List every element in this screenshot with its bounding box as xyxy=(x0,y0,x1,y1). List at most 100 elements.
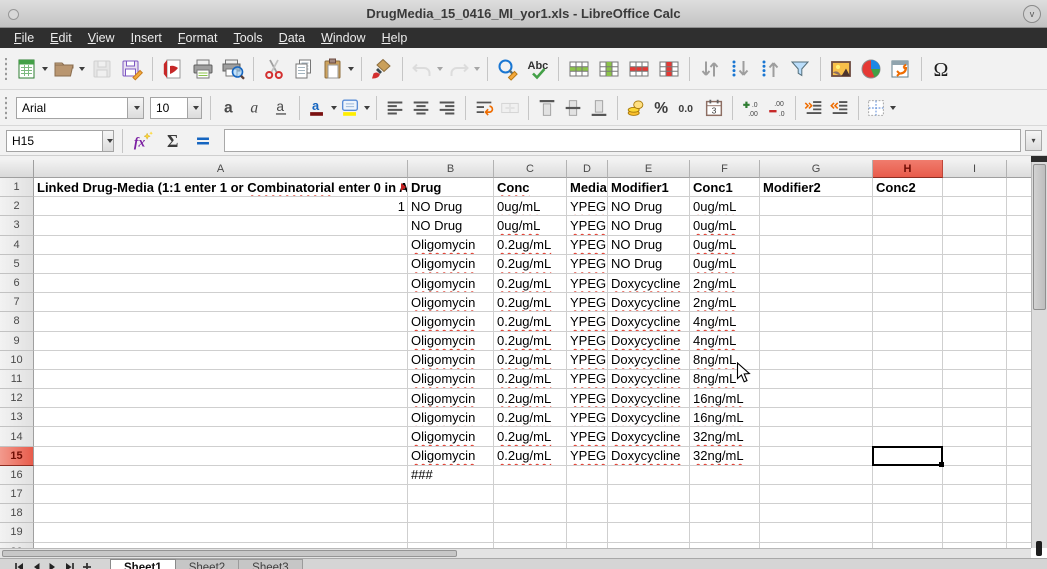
cell-D6[interactable]: YPEG xyxy=(567,274,608,293)
menu-window[interactable]: Window xyxy=(313,29,373,47)
cell-G10[interactable] xyxy=(760,351,873,370)
cell-A6[interactable] xyxy=(34,274,408,293)
vertical-scrollbar[interactable] xyxy=(1031,162,1047,548)
underline-button[interactable]: a xyxy=(269,93,293,123)
cell-A15[interactable] xyxy=(34,447,408,466)
cell-F12[interactable]: 16ng/mL xyxy=(690,389,760,408)
cell-F17[interactable] xyxy=(690,485,760,504)
cell-J5[interactable] xyxy=(1007,255,1031,274)
window-shade-icon[interactable]: v xyxy=(1023,5,1041,23)
print-button[interactable] xyxy=(190,54,216,84)
cell-G19[interactable] xyxy=(760,523,873,542)
add-decimal-button[interactable]: .0.00 xyxy=(739,93,763,123)
insert-column-button[interactable] xyxy=(596,54,622,84)
cell-J9[interactable] xyxy=(1007,332,1031,351)
cell-J6[interactable] xyxy=(1007,274,1031,293)
cell-H6[interactable] xyxy=(873,274,943,293)
cell-D1[interactable]: Media xyxy=(567,178,608,197)
cell-I6[interactable] xyxy=(943,274,1007,293)
row-header-13[interactable]: 13 xyxy=(0,408,34,427)
cell-D8[interactable]: YPEG xyxy=(567,312,608,331)
cell-I4[interactable] xyxy=(943,236,1007,255)
new-document-button[interactable] xyxy=(15,54,48,84)
cell-I2[interactable] xyxy=(943,197,1007,216)
highlight-color-button[interactable] xyxy=(339,93,370,123)
date-format-button[interactable]: 3 xyxy=(702,93,726,123)
font-size-input[interactable] xyxy=(151,101,187,115)
cell-E4[interactable]: NO Drug xyxy=(608,236,690,255)
cell-G15[interactable] xyxy=(760,447,873,466)
find-replace-button[interactable] xyxy=(495,54,521,84)
scrollbar-corner-handle[interactable] xyxy=(1036,541,1042,556)
cell-B18[interactable] xyxy=(408,504,494,523)
align-bottom-button[interactable] xyxy=(587,93,611,123)
cell-A19[interactable] xyxy=(34,523,408,542)
cell-B6[interactable]: Oligomycin xyxy=(408,274,494,293)
sort-button[interactable] xyxy=(697,54,723,84)
number-format-button[interactable]: 0.0 xyxy=(676,93,700,123)
open-button[interactable] xyxy=(52,54,85,84)
cell-I17[interactable] xyxy=(943,485,1007,504)
decrease-indent-button[interactable] xyxy=(828,93,852,123)
cell-F9[interactable]: 4ng/mL xyxy=(690,332,760,351)
percent-button[interactable]: % xyxy=(650,93,674,123)
cell-C10[interactable]: 0.2ug/mL xyxy=(494,351,567,370)
copy-button[interactable] xyxy=(291,54,317,84)
cell-B7[interactable]: Oligomycin xyxy=(408,293,494,312)
cell-I5[interactable] xyxy=(943,255,1007,274)
name-box-dropdown-icon[interactable] xyxy=(102,131,113,151)
font-size-dropdown-icon[interactable] xyxy=(187,98,201,118)
cell-J2[interactable] xyxy=(1007,197,1031,216)
cell-F1[interactable]: Conc1 xyxy=(690,178,760,197)
sum-button[interactable]: Σ xyxy=(160,126,186,156)
cell-F11[interactable]: 8ng/mL xyxy=(690,370,760,389)
formula-button[interactable] xyxy=(190,126,216,156)
first-sheet-button[interactable] xyxy=(14,562,24,569)
column-header-E[interactable]: E xyxy=(608,160,690,178)
cell-C4[interactable]: 0.2ug/mL xyxy=(494,236,567,255)
cell-D18[interactable] xyxy=(567,504,608,523)
cell-J15[interactable] xyxy=(1007,447,1031,466)
menu-view[interactable]: View xyxy=(80,29,123,47)
paste-dropdown-icon[interactable] xyxy=(348,67,354,71)
sort-descending-button[interactable] xyxy=(757,54,783,84)
row-header-18[interactable]: 18 xyxy=(0,504,34,523)
cell-J11[interactable] xyxy=(1007,370,1031,389)
cell-G14[interactable] xyxy=(760,427,873,446)
row-header-5[interactable]: 5 xyxy=(0,255,34,274)
cell-D14[interactable]: YPEG xyxy=(567,427,608,446)
column-header-I[interactable]: I xyxy=(943,160,1007,178)
insert-row-button[interactable] xyxy=(566,54,592,84)
cell-E19[interactable] xyxy=(608,523,690,542)
cell-D4[interactable]: YPEG xyxy=(567,236,608,255)
cell-A9[interactable] xyxy=(34,332,408,351)
cell-D3[interactable]: YPEG xyxy=(567,216,608,235)
cell-D9[interactable]: YPEG xyxy=(567,332,608,351)
cell-J7[interactable] xyxy=(1007,293,1031,312)
vertical-scrollbar-thumb[interactable] xyxy=(1033,164,1046,310)
cell-D12[interactable]: YPEG xyxy=(567,389,608,408)
align-left-button[interactable] xyxy=(383,93,407,123)
name-box-input[interactable] xyxy=(7,134,102,148)
cell-D10[interactable]: YPEG xyxy=(567,351,608,370)
cell-G16[interactable] xyxy=(760,466,873,485)
name-box[interactable] xyxy=(6,130,114,152)
menu-edit[interactable]: Edit xyxy=(42,29,80,47)
column-header-A[interactable]: A xyxy=(34,160,408,178)
cell-B13[interactable]: Oligomycin xyxy=(408,408,494,427)
cell-E6[interactable]: Doxycycline xyxy=(608,274,690,293)
cell-I3[interactable] xyxy=(943,216,1007,235)
cell-C7[interactable]: 0.2ug/mL xyxy=(494,293,567,312)
cell-F3[interactable]: 0ug/mL xyxy=(690,216,760,235)
cell-J8[interactable] xyxy=(1007,312,1031,331)
font-size-box[interactable] xyxy=(150,97,202,119)
cell-J1[interactable] xyxy=(1007,178,1031,197)
cell-H9[interactable] xyxy=(873,332,943,351)
cell-A7[interactable] xyxy=(34,293,408,312)
cell-C11[interactable]: 0.2ug/mL xyxy=(494,370,567,389)
cell-F19[interactable] xyxy=(690,523,760,542)
center-vertically-button[interactable] xyxy=(561,93,585,123)
autofilter-button[interactable] xyxy=(787,54,813,84)
function-wizard-button[interactable]: fx xyxy=(130,126,156,156)
cell-B17[interactable] xyxy=(408,485,494,504)
